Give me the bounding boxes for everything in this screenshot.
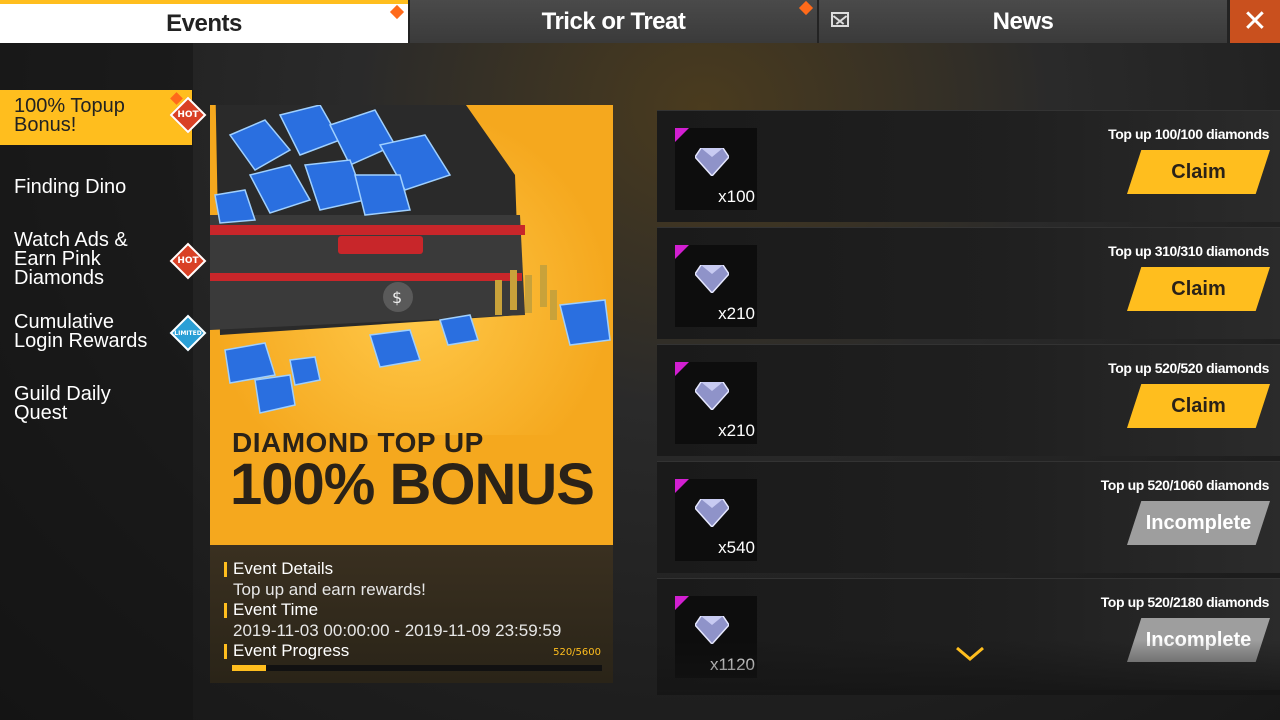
event-banner: $ DIAMOND TOP UP 100% BONUS Event Detail… xyxy=(210,105,613,683)
mail-icon xyxy=(831,12,849,27)
sidebar-item-cumulative-login[interactable]: Cumulative Login Rewards xyxy=(14,311,164,352)
claim-button[interactable]: Claim xyxy=(1127,267,1270,311)
sidebar-item-label: Finding Dino xyxy=(14,176,127,198)
sidebar-item-guild-daily-quest[interactable]: Guild Daily Quest xyxy=(14,383,144,424)
button-label: Incomplete xyxy=(1145,511,1252,534)
hot-badge-icon: HOT xyxy=(169,242,207,280)
event-sidebar: 100% Topup Bonus! HOT Finding Dino Watch… xyxy=(0,43,207,720)
scroll-down-chevron-icon[interactable] xyxy=(955,645,985,663)
button-label: Incomplete xyxy=(1145,628,1252,651)
event-details-panel: Event Details Top up and earn rewards! E… xyxy=(210,545,613,683)
claim-button[interactable]: Claim xyxy=(1127,150,1270,194)
sidebar-item-label: Guild Daily Quest xyxy=(14,383,111,424)
diamond-reward-icon: x210 xyxy=(675,245,757,327)
tab-trick-or-treat[interactable]: Trick or Treat xyxy=(410,0,817,43)
incomplete-button[interactable]: Incomplete xyxy=(1127,618,1270,662)
close-button[interactable]: ✕ xyxy=(1230,0,1280,43)
diamond-reward-icon: x540 xyxy=(675,479,757,561)
diamond-chest-illustration: $ xyxy=(210,105,613,435)
sidebar-item-label: Cumulative Login Rewards xyxy=(14,311,148,352)
event-progress-value: 520/5600 xyxy=(553,647,601,658)
reward-quantity: x210 xyxy=(718,421,755,440)
event-progress-fill xyxy=(232,665,267,671)
event-details-label: Event Details xyxy=(224,559,601,580)
diamond-reward-icon: x100 xyxy=(675,128,757,210)
tab-news[interactable]: News xyxy=(819,0,1227,43)
reward-requirement-label: Top up 310/310 diamonds xyxy=(1108,243,1269,259)
claim-button[interactable]: Claim xyxy=(1127,384,1270,428)
reward-row: x540 Top up 520/1060 diamonds Incomplete xyxy=(657,461,1280,573)
tab-bar: Events Trick or Treat News ✕ xyxy=(0,0,1280,43)
reward-quantity: x1120 xyxy=(709,655,755,674)
button-label: Claim xyxy=(1171,160,1226,183)
tab-trick-or-treat-label: Trick or Treat xyxy=(541,7,686,35)
button-label: Claim xyxy=(1171,277,1226,300)
reward-quantity: x100 xyxy=(718,187,755,206)
banner-headline-big: 100% BONUS xyxy=(230,452,595,517)
reward-quantity: x210 xyxy=(718,304,755,323)
reward-requirement-label: Top up 100/100 diamonds xyxy=(1108,126,1269,142)
reward-requirement-label: Top up 520/520 diamonds xyxy=(1108,360,1269,376)
sidebar-item-label: 100% Topup Bonus! xyxy=(14,95,125,136)
reward-row: x1120 Top up 520/2180 diamonds Incomplete xyxy=(657,578,1280,690)
event-details-text: Top up and earn rewards! xyxy=(233,579,426,599)
reward-requirement-label: Top up 520/2180 diamonds xyxy=(1100,594,1270,610)
notification-dot-icon xyxy=(389,4,405,20)
reward-quantity: x540 xyxy=(718,538,755,557)
incomplete-button[interactable]: Incomplete xyxy=(1127,501,1270,545)
reward-row: x210 Top up 310/310 diamonds Claim xyxy=(657,227,1280,339)
limited-badge-icon: LIMITED xyxy=(169,314,207,352)
close-icon: ✕ xyxy=(1242,4,1268,39)
event-time-label: Event Time xyxy=(224,600,601,621)
sidebar-item-topup-bonus[interactable]: 100% Topup Bonus! xyxy=(0,90,192,145)
reward-row: x100 Top up 100/100 diamonds Claim xyxy=(657,110,1280,222)
notification-dot-icon xyxy=(798,0,814,16)
tab-news-label: News xyxy=(992,7,1054,35)
tab-events[interactable]: Events xyxy=(0,0,408,43)
event-time-text: 2019-11-03 00:00:00 - 2019-11-09 23:59:5… xyxy=(233,620,562,640)
sidebar-item-finding-dino[interactable]: Finding Dino xyxy=(14,176,184,198)
button-label: Claim xyxy=(1171,394,1226,417)
event-progress-label: Event Progress xyxy=(224,641,601,662)
reward-row: x210 Top up 520/520 diamonds Claim xyxy=(657,344,1280,456)
sidebar-item-watch-ads[interactable]: Watch Ads & Earn Pink Diamonds xyxy=(14,229,154,289)
diamond-reward-icon: x210 xyxy=(675,362,757,444)
svg-text:$: $ xyxy=(392,288,402,307)
tab-events-label: Events xyxy=(166,9,242,37)
diamond-reward-icon: x1120 xyxy=(675,596,757,678)
event-progress-bar xyxy=(232,665,602,671)
sidebar-item-label: Watch Ads & Earn Pink Diamonds xyxy=(14,229,128,289)
reward-requirement-label: Top up 520/1060 diamonds xyxy=(1100,477,1270,493)
